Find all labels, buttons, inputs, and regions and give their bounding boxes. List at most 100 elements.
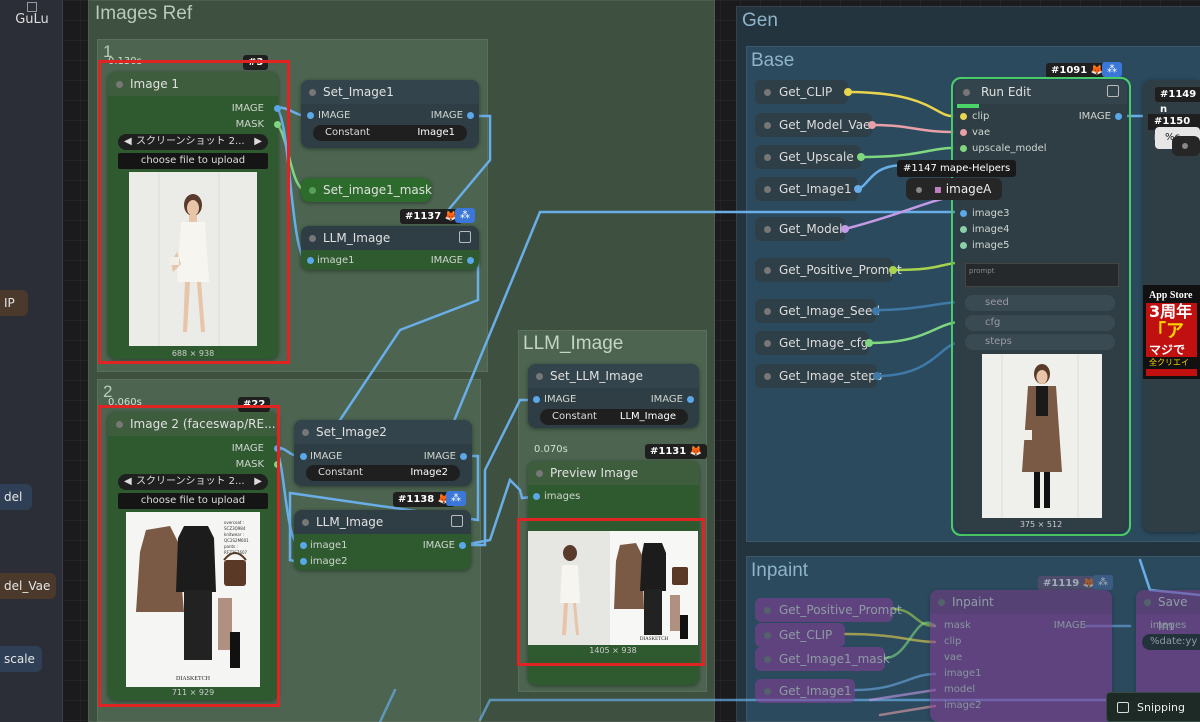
- llm-image-node-1138[interactable]: LLM_Image image1 image2 IMAGE: [294, 510, 471, 570]
- input-port-image4[interactable]: [960, 226, 967, 233]
- collapse-dot[interactable]: [916, 187, 922, 193]
- collapse-dot[interactable]: [302, 429, 309, 436]
- input-port-vae[interactable]: [960, 129, 967, 136]
- steps-input[interactable]: steps: [965, 334, 1115, 350]
- output-port-image[interactable]: [1115, 113, 1122, 120]
- app-store-ad-banner[interactable]: App Store 3周年 「ア マジで 全クリエイ: [1143, 285, 1200, 379]
- input-port-image[interactable]: [307, 112, 314, 119]
- snipping-tool-notification[interactable]: Snipping Tool: [1106, 692, 1200, 722]
- expand-icon[interactable]: [1107, 85, 1119, 97]
- run-edit-node[interactable]: Run Edit clip vae upscale_model image3 i…: [955, 80, 1127, 532]
- node-header[interactable]: Save Im: [1136, 590, 1200, 633]
- collapse-dot[interactable]: [309, 187, 316, 194]
- collapse-dot[interactable]: [764, 607, 771, 614]
- collapse-dot[interactable]: [764, 373, 771, 380]
- node-header[interactable]: LLM_Image: [301, 226, 479, 250]
- inpaint-node[interactable]: Inpaint mask clip vae image1 model image…: [930, 590, 1112, 722]
- output-port[interactable]: [841, 225, 849, 233]
- collapse-dot[interactable]: [1144, 599, 1151, 606]
- get-image1-node[interactable]: Get_Image1: [755, 177, 862, 201]
- expand-icon[interactable]: [451, 515, 463, 527]
- collapse-dot[interactable]: [764, 186, 771, 193]
- seed-input[interactable]: seed: [965, 295, 1115, 311]
- collapse-dot[interactable]: [764, 226, 771, 233]
- output-port[interactable]: [868, 121, 876, 129]
- collapse-dot[interactable]: [1182, 143, 1188, 149]
- output-port-image[interactable]: [460, 453, 467, 460]
- filename-prefix-field[interactable]: %date:yy: [1142, 634, 1200, 650]
- output-port[interactable]: [872, 307, 880, 315]
- get-clip-node[interactable]: Get_CLIP: [755, 80, 852, 104]
- get-image-seed-node[interactable]: Get_Image_Seed: [755, 299, 880, 323]
- constant-field[interactable]: Constant Image1: [313, 125, 467, 141]
- node-header[interactable]: LLM_Image: [294, 510, 471, 534]
- inpaint-get-clip[interactable]: Get_CLIP: [755, 623, 845, 647]
- collapse-dot[interactable]: [764, 154, 771, 161]
- input-port-images[interactable]: [533, 493, 540, 500]
- collapse-dot[interactable]: [764, 122, 771, 129]
- get-model-node[interactable]: Get_Model: [755, 217, 849, 241]
- group-node-icon[interactable]: ⁂: [1102, 62, 1122, 77]
- collapse-dot[interactable]: [302, 519, 309, 526]
- set-image1-mask-node[interactable]: Set_image1_mask: [301, 178, 432, 202]
- get-model-vae-node[interactable]: Get_Model_Vae: [755, 113, 876, 137]
- input-port-image3[interactable]: [960, 210, 967, 217]
- input-port-image2[interactable]: [300, 558, 307, 565]
- collapse-dot[interactable]: [764, 267, 771, 274]
- input-port-upscale[interactable]: [960, 145, 967, 152]
- inpaint-get-image1[interactable]: Get_Image1: [755, 679, 855, 703]
- group-node-icon[interactable]: ⁂: [446, 491, 466, 506]
- collapse-dot[interactable]: [764, 656, 771, 663]
- expand-icon[interactable]: [459, 231, 471, 243]
- collapse-dot[interactable]: [963, 89, 970, 96]
- collapse-dot[interactable]: [536, 470, 543, 477]
- collapse-dot[interactable]: [309, 89, 316, 96]
- input-port-image[interactable]: [300, 453, 307, 460]
- node-header[interactable]: Set_image1_mask: [301, 178, 432, 202]
- node-1150-chip[interactable]: [1172, 136, 1200, 156]
- llm-image-node-1137[interactable]: LLM_Image image1 IMAGE: [301, 226, 479, 270]
- collapse-dot[interactable]: [764, 340, 771, 347]
- node-header[interactable]: Run Edit: [955, 80, 1127, 104]
- set-image1-node[interactable]: Set_Image1 IMAGE IMAGE Constant Image1: [301, 80, 479, 148]
- collapse-dot[interactable]: [536, 373, 543, 380]
- collapse-dot[interactable]: [309, 235, 316, 242]
- node-header[interactable]: Set_Image1: [301, 80, 479, 104]
- node-header[interactable]: Preview Image: [528, 461, 699, 485]
- collapse-dot[interactable]: [764, 688, 771, 695]
- group-node-icon[interactable]: ⁂: [1093, 575, 1113, 590]
- constant-field[interactable]: Constant LLM_Image: [540, 409, 688, 425]
- node-header[interactable]: Set_Image2: [294, 420, 472, 444]
- output-port[interactable]: [857, 153, 865, 161]
- inpaint-get-image1-mask[interactable]: Get_Image1_mask: [755, 647, 890, 671]
- output-port-image[interactable]: [459, 542, 466, 549]
- output-port-image[interactable]: [687, 396, 694, 403]
- group-node-icon[interactable]: ⁂: [455, 208, 475, 223]
- node-header[interactable]: Set_LLM_Image: [528, 364, 699, 388]
- get-image-cfg-node[interactable]: Get_Image_cfg: [755, 331, 873, 355]
- collapse-dot[interactable]: [764, 89, 771, 96]
- output-port[interactable]: [889, 266, 897, 274]
- get-upscale-node[interactable]: Get_Upscale: [755, 145, 865, 169]
- collapse-dot[interactable]: [938, 599, 945, 606]
- set-image2-node[interactable]: Set_Image2 IMAGE IMAGE Constant Image2: [294, 420, 472, 486]
- node-header[interactable]: Inpaint: [930, 590, 1112, 614]
- output-port[interactable]: [854, 185, 862, 193]
- get-image-steps-node[interactable]: Get_Image_steps: [755, 364, 882, 388]
- inpaint-get-positive-prompt[interactable]: Get_Positive_Prompt: [755, 598, 902, 622]
- input-port-image1[interactable]: [300, 542, 307, 549]
- output-port[interactable]: [844, 88, 852, 96]
- helper-image-chip[interactable]: ▪ imageA: [906, 178, 1002, 200]
- collapse-dot[interactable]: [764, 308, 771, 315]
- output-port[interactable]: [865, 339, 873, 347]
- output-port[interactable]: [873, 372, 881, 380]
- input-port-image1[interactable]: [307, 257, 314, 264]
- input-port-clip[interactable]: [960, 113, 967, 120]
- cfg-input[interactable]: cfg: [965, 315, 1115, 331]
- prompt-textarea[interactable]: prompt: [965, 263, 1119, 287]
- output-port-image[interactable]: [467, 112, 474, 119]
- input-port-image5[interactable]: [960, 242, 967, 249]
- constant-field[interactable]: Constant Image2: [306, 465, 460, 481]
- set-llm-image-node[interactable]: Set_LLM_Image IMAGE IMAGE Constant LLM_I…: [528, 364, 699, 428]
- output-port-image[interactable]: [467, 257, 474, 264]
